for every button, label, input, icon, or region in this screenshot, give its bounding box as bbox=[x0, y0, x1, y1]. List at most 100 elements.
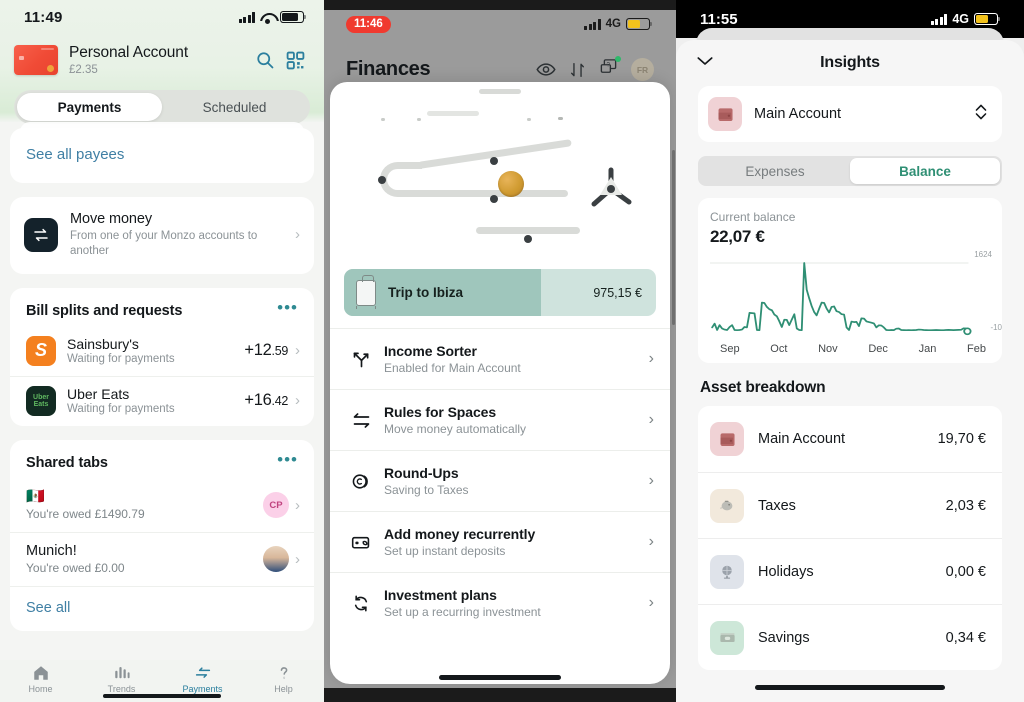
see-all-link[interactable]: See all bbox=[10, 586, 314, 631]
table-row[interactable]: Holidays 0,00 € bbox=[698, 538, 1002, 604]
tab-scheduled[interactable]: Scheduled bbox=[162, 93, 307, 121]
asset-amount: 0,00 € bbox=[945, 563, 986, 580]
account-text: Personal Account £2.35 bbox=[69, 44, 250, 76]
card-refresh-icon bbox=[346, 532, 376, 553]
nav-label: Home bbox=[28, 684, 53, 694]
payments-scroll-area[interactable]: See all payees Move money From one of yo… bbox=[0, 122, 324, 660]
x-tick: Dec bbox=[868, 343, 888, 355]
transfer-arrows-icon bbox=[195, 667, 210, 678]
more-options-icon[interactable]: ••• bbox=[277, 451, 298, 471]
account-selector[interactable]: Main Account bbox=[698, 86, 1002, 142]
nav-item-payments[interactable]: Payments bbox=[162, 664, 243, 694]
table-row[interactable]: S Sainsbury's Waiting for payments +12.5… bbox=[10, 327, 314, 376]
header-actions[interactable]: ? FR bbox=[536, 56, 654, 81]
chart-min-label: -10 bbox=[990, 323, 1002, 332]
goal-progress-card[interactable]: Trip to Ibiza 975,15 € bbox=[344, 269, 656, 316]
selected-account-name: Main Account bbox=[754, 106, 842, 122]
table-row[interactable]: Uber Eats Uber Eats Waiting for payments … bbox=[10, 375, 314, 426]
account-header[interactable]: Personal Account £2.35 bbox=[0, 34, 324, 84]
bill-amount: +16.42 bbox=[244, 391, 288, 410]
status-indicators: 4G bbox=[584, 18, 652, 30]
row-text: Add money recurrently Set up instant dep… bbox=[384, 526, 649, 558]
chevron-right-icon: › bbox=[295, 342, 300, 360]
x-tick: Nov bbox=[818, 343, 838, 355]
table-row[interactable]: Taxes 2,03 € bbox=[698, 472, 1002, 538]
bill-splits-title: Bill splits and requests bbox=[26, 302, 183, 319]
network-label: 4G bbox=[952, 12, 969, 26]
chevron-right-icon: › bbox=[648, 594, 654, 611]
row-title: Investment plans bbox=[384, 587, 497, 603]
shared-tab-owed: You're owed £0.00 bbox=[26, 561, 125, 576]
chevron-right-icon: › bbox=[295, 550, 300, 568]
sort-arrows-icon[interactable] bbox=[569, 61, 586, 79]
list-item-investment-plans[interactable]: Investment plans Set up a recurring inve… bbox=[330, 572, 670, 633]
insights-segmented-control[interactable]: Expenses Balance bbox=[698, 156, 1002, 186]
selector-chevrons-icon[interactable] bbox=[974, 102, 988, 127]
search-icon[interactable] bbox=[250, 45, 280, 75]
bill-text: Uber Eats Waiting for payments bbox=[67, 386, 244, 415]
x-tick: Jan bbox=[918, 343, 937, 355]
transfer-arrows-icon bbox=[24, 217, 58, 252]
insights-sheet: Insights Main Account Expenses Balance C… bbox=[676, 40, 1024, 702]
nav-item-home[interactable]: Home bbox=[0, 664, 81, 694]
nav-label: Help bbox=[274, 684, 293, 694]
monzo-payments-screen: 11:49 Personal Account £2.35 Payments Sc… bbox=[0, 0, 324, 702]
asset-name: Taxes bbox=[758, 497, 796, 514]
current-balance-value: 22,07 € bbox=[710, 227, 765, 246]
help-chat-icon[interactable]: ? bbox=[599, 56, 621, 81]
tab-payments[interactable]: Payments bbox=[17, 93, 162, 121]
pinwheel-icon bbox=[588, 166, 634, 212]
bill-splits-header: Bill splits and requests ••• bbox=[10, 288, 314, 327]
payments-tabs[interactable]: Payments Scheduled bbox=[14, 90, 310, 124]
globe-icon bbox=[710, 554, 744, 589]
bill-name: Sainsbury's bbox=[67, 336, 139, 353]
suitcase-icon bbox=[356, 274, 376, 309]
see-all-payees-link[interactable]: See all payees bbox=[10, 128, 314, 183]
list-item-income-sorter[interactable]: Income Sorter Enabled for Main Account › bbox=[330, 328, 670, 389]
chevron-down-icon[interactable] bbox=[696, 54, 714, 72]
asset-breakdown-card: Main Account 19,70 € Taxes 2,03 € Holida… bbox=[698, 406, 1002, 670]
network-label: 4G bbox=[605, 18, 621, 30]
move-money-row[interactable]: Move money From one of your Monzo accoun… bbox=[10, 197, 314, 274]
nav-item-help[interactable]: Help bbox=[243, 664, 324, 694]
move-money-card[interactable]: Move money From one of your Monzo accoun… bbox=[10, 197, 314, 274]
move-money-text: Move money From one of your Monzo accoun… bbox=[70, 211, 295, 259]
shared-tabs-card: Shared tabs ••• 🇲🇽 You're owed £1490.79 … bbox=[10, 439, 314, 632]
scrollbar[interactable] bbox=[672, 150, 675, 325]
table-row[interactable]: Savings 0,34 € bbox=[698, 604, 1002, 670]
battery-icon bbox=[280, 11, 306, 23]
segment-balance[interactable]: Balance bbox=[850, 158, 1000, 184]
wallet-icon bbox=[708, 97, 742, 131]
avatar bbox=[263, 546, 289, 573]
more-options-icon[interactable]: ••• bbox=[277, 299, 298, 319]
chart-max-label: 1624 bbox=[974, 250, 992, 259]
row-subtitle: Set up a recurring investment bbox=[384, 605, 541, 619]
chevron-right-icon: › bbox=[648, 472, 654, 489]
list-item-round-ups[interactable]: Round-Ups Saving to Taxes › bbox=[330, 450, 670, 511]
chevron-right-icon: › bbox=[648, 350, 654, 367]
avatar[interactable]: FR bbox=[631, 58, 654, 81]
insights-screen: 11:55 4G Insights Main Account Expenses … bbox=[676, 0, 1024, 702]
list-item-rules-for-spaces[interactable]: Rules for Spaces Move money automaticall… bbox=[330, 389, 670, 450]
chevron-right-icon: › bbox=[648, 533, 654, 550]
segment-expenses[interactable]: Expenses bbox=[700, 158, 850, 184]
table-row[interactable]: Main Account 19,70 € bbox=[698, 406, 1002, 472]
eye-icon[interactable] bbox=[536, 62, 556, 77]
shared-tab-text: 🇲🇽 You're owed £1490.79 bbox=[26, 488, 263, 521]
see-all-payees-card[interactable]: See all payees bbox=[10, 128, 314, 183]
list-item[interactable]: 🇲🇽 You're owed £1490.79 CP › bbox=[10, 479, 314, 533]
x-tick: Feb bbox=[967, 343, 986, 355]
asset-name: Savings bbox=[758, 629, 810, 646]
list-item[interactable]: Munich! You're owed £0.00 › bbox=[10, 532, 314, 586]
asset-name: Holidays bbox=[758, 563, 814, 580]
qr-code-icon[interactable] bbox=[280, 45, 310, 75]
home-icon bbox=[33, 666, 48, 680]
current-balance-label: Current balance bbox=[710, 210, 796, 224]
list-item-add-money-recurrently[interactable]: Add money recurrently Set up instant dep… bbox=[330, 511, 670, 572]
x-tick: Oct bbox=[770, 343, 788, 355]
status-indicators: 4G bbox=[930, 12, 1000, 26]
nav-item-trends[interactable]: Trends bbox=[81, 664, 162, 694]
asset-amount: 19,70 € bbox=[937, 431, 986, 447]
balance-chart-card[interactable]: Current balance 22,07 € 1624 -10 Sep Oct… bbox=[698, 198, 1002, 363]
asset-amount: 0,34 € bbox=[945, 629, 986, 646]
